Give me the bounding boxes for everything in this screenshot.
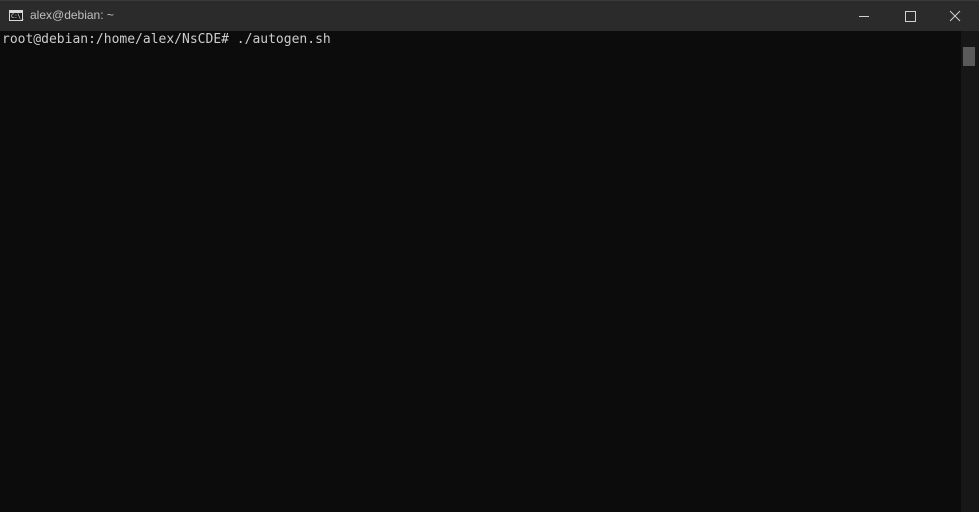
terminal-window: C:\_ alex@debian: ~ root@debian:/home/al… <box>0 0 979 512</box>
scrollbar-thumb[interactable] <box>963 47 975 66</box>
vertical-scrollbar[interactable] <box>961 31 979 512</box>
maximize-icon <box>905 11 916 22</box>
close-button[interactable] <box>933 1 979 31</box>
title-bar[interactable]: C:\_ alex@debian: ~ <box>0 0 979 31</box>
command-line[interactable]: root@debian:/home/alex/NsCDE# ./autogen.… <box>2 32 331 48</box>
close-icon <box>949 10 961 22</box>
console-icon[interactable]: C:\_ <box>9 10 24 21</box>
minimize-button[interactable] <box>841 1 887 31</box>
terminal-output[interactable]: root@debian:/home/alex/NsCDE# ./autogen.… <box>0 31 961 512</box>
maximize-button[interactable] <box>887 1 933 31</box>
minimize-icon <box>859 16 869 17</box>
window-title: alex@debian: ~ <box>30 8 114 22</box>
console-icon-glyph: C:\_ <box>11 13 24 20</box>
